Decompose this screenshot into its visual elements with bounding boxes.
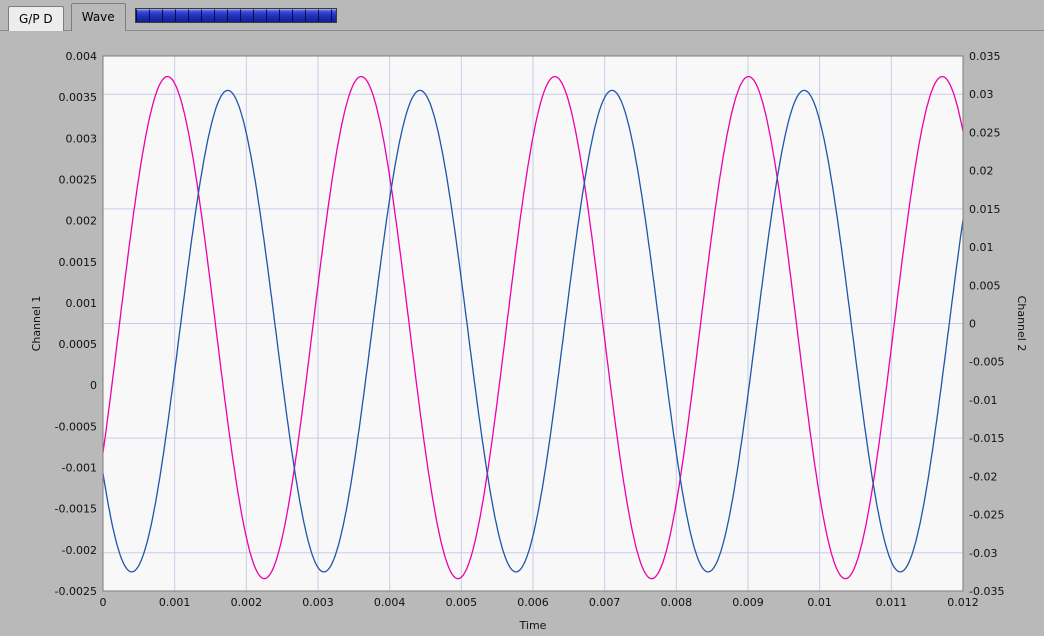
y-left-tick-label: 0.0035	[59, 91, 98, 104]
y-right-tick-label: 0.025	[969, 126, 1001, 139]
y-right-tick-label: -0.005	[969, 356, 1004, 369]
progress-indicator	[135, 8, 337, 23]
x-tick-label: 0.007	[589, 596, 621, 609]
y-left-tick-label: -0.0005	[55, 420, 97, 433]
tab-gpd[interactable]: G/P D	[8, 6, 64, 31]
y-right-tick-label: 0.035	[969, 50, 1001, 63]
y-right-tick-label: -0.025	[969, 509, 1004, 522]
y-left-tick-label: -0.001	[62, 462, 97, 475]
x-tick-label: 0	[100, 596, 107, 609]
y-left-tick-label: 0.0005	[59, 338, 98, 351]
waveform-graph: 0.004 0.0035 0.003 0.0025 0.002 0.0015 0.001 0.…	[30, 50, 1028, 632]
x-tick-label: 0.008	[661, 596, 693, 609]
y-left-axis-title: Channel 1	[30, 296, 43, 352]
x-tick-label: 0.001	[159, 596, 191, 609]
tab-wave-label: Wave	[81, 10, 115, 24]
y-right-tick-label: 0.03	[969, 88, 994, 101]
x-tick-label: 0.002	[231, 596, 263, 609]
y-left-tick-label: 0	[90, 379, 97, 392]
y-left-tick-label: 0.002	[66, 215, 98, 228]
y-left-tick-label: -0.0025	[55, 585, 97, 598]
x-tick-label: 0.009	[732, 596, 764, 609]
tab-wave[interactable]: Wave	[70, 3, 126, 31]
x-tick-label: 0.01	[807, 596, 832, 609]
tab-gpd-label: G/P D	[19, 12, 53, 26]
x-tick-label: 0.003	[302, 596, 334, 609]
y-left-tick-label: 0.0025	[59, 173, 98, 186]
y-right-tick-label: 0.02	[969, 165, 994, 178]
x-tick-label: 0.005	[446, 596, 478, 609]
y-right-tick-label: -0.015	[969, 432, 1004, 445]
y-left-tick-label: 0.0015	[59, 256, 98, 269]
y-right-tick-label: -0.02	[969, 470, 997, 483]
x-tick-label: 0.006	[517, 596, 549, 609]
x-tick-label: 0.004	[374, 596, 406, 609]
y-left-tick-label: 0.003	[66, 132, 98, 145]
y-right-tick-label: 0.01	[969, 241, 994, 254]
y-left-tick-label: -0.0015	[55, 503, 97, 516]
tab-bar: G/P D Wave	[0, 0, 1044, 31]
x-axis-title: Time	[519, 619, 547, 632]
y-left-tick-label: 0.004	[66, 50, 98, 63]
y-right-axis-title: Channel 2	[1015, 296, 1028, 352]
x-tick-label: 0.011	[876, 596, 908, 609]
x-tick-label: 0.012	[947, 596, 979, 609]
y-right-tick-label: -0.03	[969, 547, 997, 560]
y-right-tick-label: 0.015	[969, 203, 1001, 216]
y-right-tick-label: -0.01	[969, 394, 997, 407]
y-right-tick-label: 0	[969, 318, 976, 331]
y-left-tick-label: -0.002	[62, 544, 97, 557]
y-right-tick-label: 0.005	[969, 279, 1001, 292]
y-left-tick-label: 0.001	[66, 297, 98, 310]
